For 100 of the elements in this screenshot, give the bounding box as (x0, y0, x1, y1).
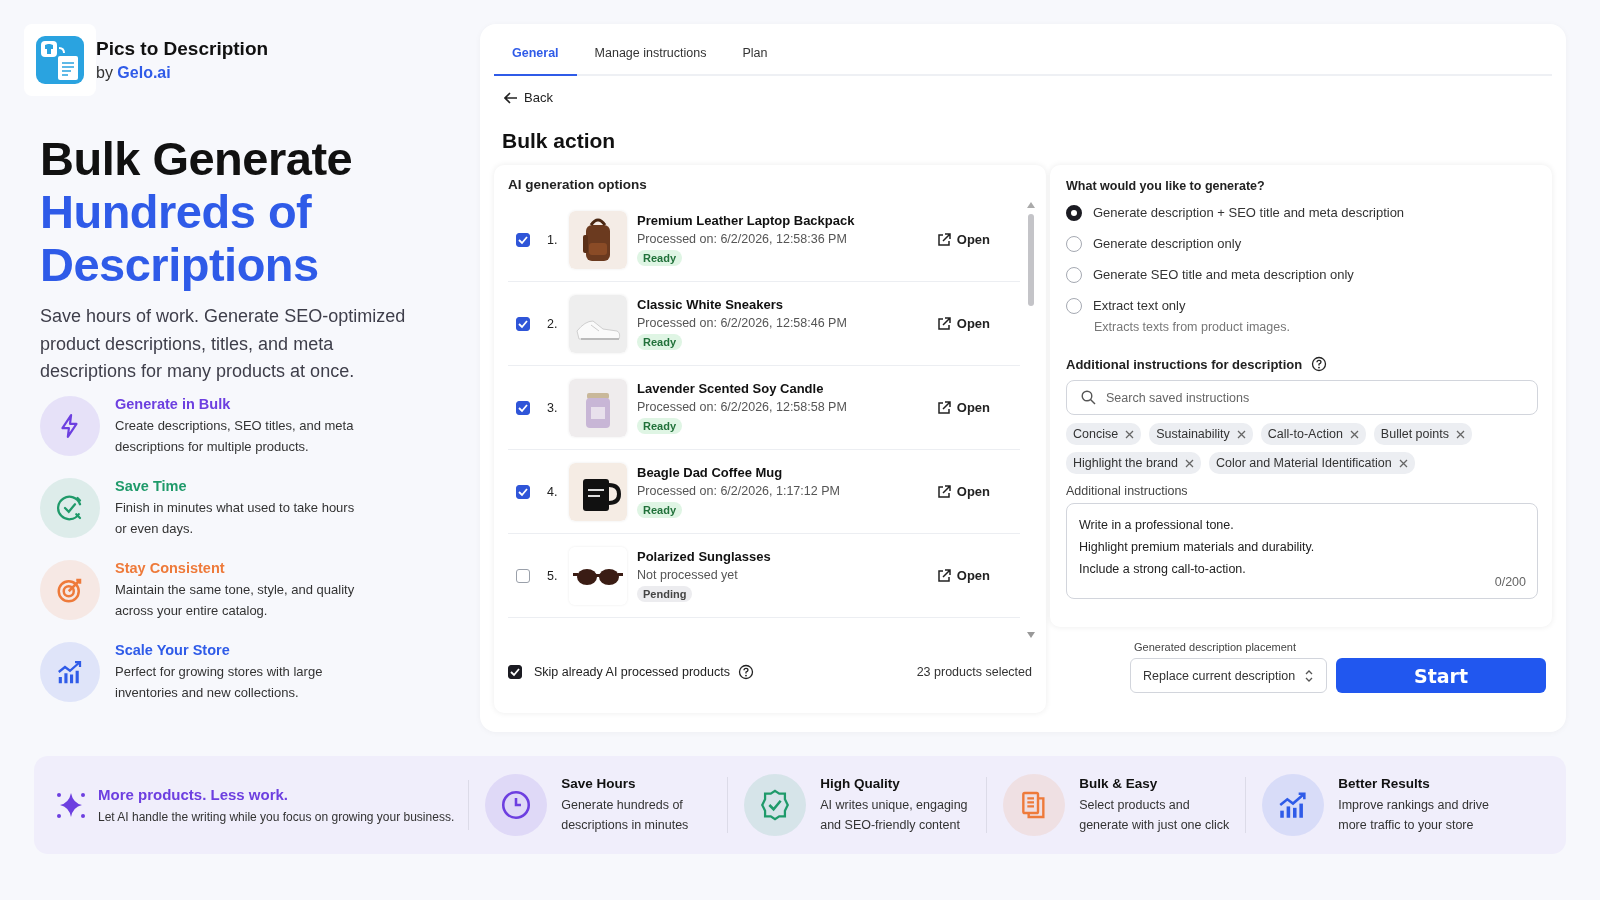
processed-date: Processed on: 6/2/2026, 12:58:58 PM (637, 400, 847, 414)
remove-icon[interactable] (1125, 429, 1135, 439)
benefit-title: High Quality (820, 775, 901, 791)
tab[interactable]: General (494, 34, 577, 76)
field-label: Additional instructions (1066, 484, 1189, 498)
field-label: Generated description placement (1134, 641, 1298, 653)
row-number: 5. (547, 568, 559, 583)
hero-subtitle: Save hours of work. Generate SEO-optimized product descriptions, titles, and meta descriptions for many products at once. (40, 305, 407, 383)
status-badge: Ready (637, 334, 683, 350)
help-icon[interactable] (1311, 356, 1328, 372)
brand-link[interactable]: Gelo.ai (117, 64, 171, 81)
instruction-tag: Bullet points (1373, 423, 1472, 445)
benefit-title: Better Results (1338, 775, 1431, 791)
processed-date: Not processed yet (637, 568, 738, 582)
radio-label: Extract text only (1093, 297, 1186, 315)
open-link[interactable]: Open (936, 568, 990, 583)
radio-button[interactable] (1066, 205, 1082, 221)
checkbox[interactable] (516, 232, 530, 247)
feature-description: Create descriptions, SEO titles, and meta descriptions for multiple products. (115, 416, 355, 456)
back-button[interactable]: Back (494, 88, 563, 107)
arrow-left-icon (504, 91, 518, 104)
benefit-text: Improve rankings and drive more traffic to your store (1338, 796, 1490, 834)
checkbox-label: Skip already AI processed products (534, 665, 730, 679)
tab[interactable]: Manage instructions (576, 34, 725, 76)
instruction-tag: Highlight the brand (1066, 452, 1201, 474)
row-number: 1. (547, 232, 559, 247)
checkbox[interactable] (516, 568, 530, 583)
feature-description: Perfect for growing stores with large inventories and new collections. (115, 662, 324, 702)
benefit-text: AI writes unique, engaging and SEO-friendly content (820, 796, 969, 834)
section-title: What would you like to generate? (1066, 179, 1266, 193)
processed-date: Processed on: 6/2/2026, 12:58:36 PM (637, 232, 847, 246)
logo-icon (36, 36, 84, 84)
placement-select[interactable]: Replace current description (1130, 658, 1327, 693)
checkbox[interactable] (516, 484, 530, 499)
benefit-title: Save Hours (561, 775, 637, 791)
feature-description: Maintain the same tone, style, and quality across your entire catalog. (115, 580, 356, 620)
status-badge: Ready (637, 418, 683, 434)
remove-icon[interactable] (1455, 429, 1465, 439)
search-icon (1081, 390, 1096, 405)
open-link[interactable]: Open (936, 484, 990, 499)
banner-text: Let AI handle the writing while you focus on growing your business. (98, 810, 455, 824)
selected-count: 23 products selected (916, 665, 1032, 679)
product-name: Premium Leather Laptop Backpack (637, 213, 855, 228)
feature-title: Scale Your Store (115, 641, 231, 658)
search-field[interactable]: Search saved instructions (1066, 380, 1538, 415)
remove-icon[interactable] (1236, 429, 1246, 439)
remove-icon[interactable] (1349, 429, 1359, 439)
row-number: 4. (547, 484, 559, 499)
hero-title-accent: Hundreds of (40, 185, 312, 238)
tab[interactable]: Plan (724, 34, 786, 76)
feature-title: Generate in Bulk (115, 395, 232, 412)
open-link[interactable]: Open (936, 232, 990, 247)
banner-headline: More products. Less work. (98, 786, 290, 803)
external-link-icon (936, 232, 951, 247)
remove-icon[interactable] (1398, 458, 1408, 468)
checkbox[interactable] (516, 400, 530, 415)
status-badge: Ready (637, 250, 683, 266)
instruction-tag: Call-to-Action (1260, 423, 1366, 445)
product-name: Lavender Scented Soy Candle (637, 381, 824, 396)
product-name: Beagle Dad Coffee Mug (637, 465, 783, 480)
benefit-text: Select products and generate with just one click (1079, 796, 1231, 834)
external-link-icon (936, 568, 951, 583)
app-name: Pics to Description (96, 38, 269, 60)
start-button[interactable]: Start (1336, 658, 1546, 693)
external-link-icon (936, 400, 951, 415)
processed-date: Processed on: 6/2/2026, 1:17:12 PM (637, 484, 840, 498)
processed-date: Processed on: 6/2/2026, 12:58:46 PM (637, 316, 847, 330)
option-note: Extracts texts from product images. (1094, 320, 1291, 334)
radio-label: Generate description only (1093, 235, 1242, 253)
product-name: Polarized Sunglasses (637, 549, 771, 564)
benefit-text: Generate hundreds of descriptions in minutes (561, 796, 690, 834)
card-title: AI generation options (508, 177, 648, 192)
remove-icon[interactable] (1184, 458, 1194, 468)
page-heading: Bulk action (502, 129, 617, 153)
feature-title: Stay Consistent (115, 559, 226, 576)
feature-title: Save Time (115, 477, 188, 494)
by-label: by (96, 64, 113, 81)
character-counter: 0/200 (1494, 575, 1526, 589)
instruction-tag: Color and Material Identification (1208, 452, 1415, 474)
hero-title-accent: Descriptions (40, 238, 319, 291)
instruction-tag: Concise (1066, 423, 1142, 445)
row-number: 3. (547, 400, 559, 415)
help-icon[interactable] (737, 664, 754, 680)
section-title: Additional instructions for description (1066, 356, 1303, 372)
chevron-up-down-icon (1304, 668, 1314, 683)
checkbox[interactable] (516, 316, 530, 331)
status-badge: Ready (637, 502, 683, 518)
benefit-title: Bulk & Easy (1079, 775, 1159, 791)
status-badge: Pending (637, 586, 693, 602)
radio-label: Generate SEO title and meta description only (1093, 266, 1354, 284)
open-link[interactable]: Open (936, 316, 990, 331)
feature-description: Finish in minutes what used to take hours or even days. (115, 498, 356, 538)
instruction-tag: Sustainability (1149, 423, 1253, 445)
row-number: 2. (547, 316, 559, 331)
external-link-icon (936, 484, 951, 499)
open-link[interactable]: Open (936, 400, 990, 415)
external-link-icon (936, 316, 951, 331)
checkbox[interactable] (508, 665, 522, 679)
hero-title: Bulk Generate (40, 132, 353, 185)
product-name: Classic White Sneakers (637, 297, 783, 312)
